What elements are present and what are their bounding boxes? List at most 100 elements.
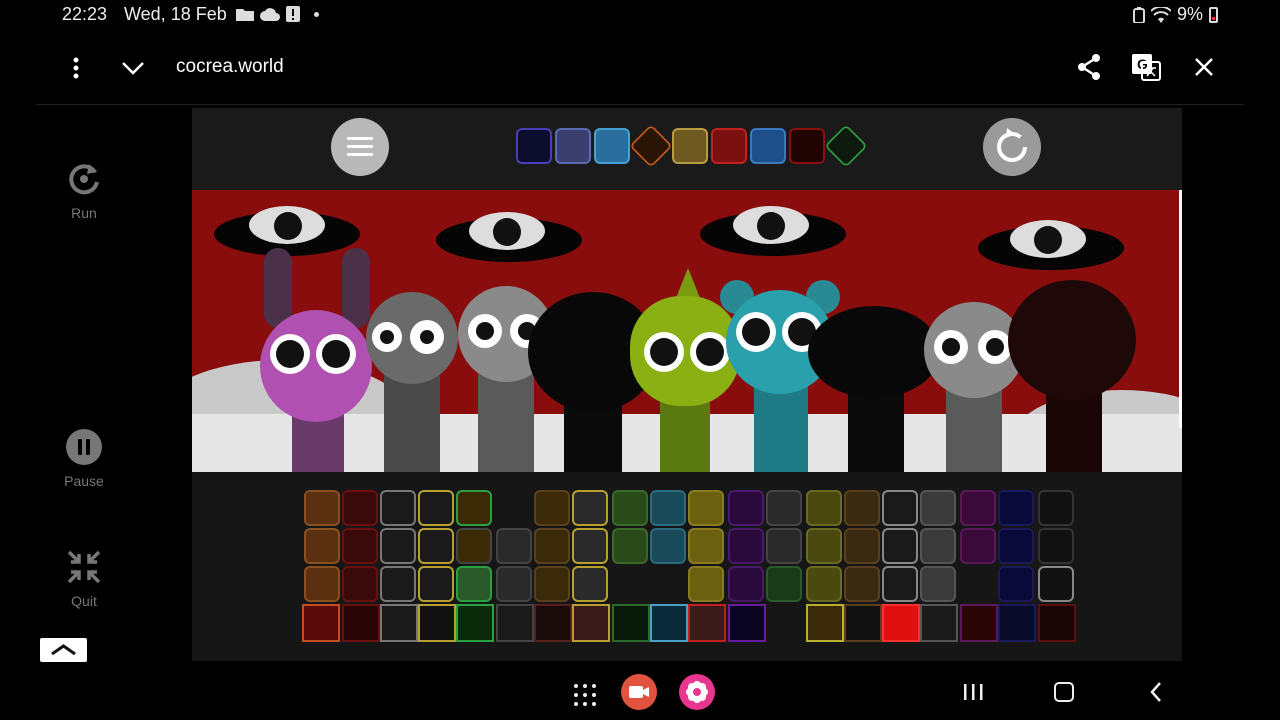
character-dark-silhouette[interactable]: [1008, 280, 1136, 472]
sound-icon[interactable]: [920, 566, 956, 602]
sound-icon[interactable]: [882, 566, 918, 602]
sound-icon[interactable]: [534, 490, 570, 526]
back-icon[interactable]: [1148, 680, 1164, 704]
sound-icon[interactable]: [1038, 490, 1074, 526]
chevron-down-icon[interactable]: [118, 54, 148, 82]
sound-icon[interactable]: [844, 528, 880, 564]
sound-icon[interactable]: [418, 490, 454, 526]
sound-icon-special[interactable]: [380, 604, 418, 642]
sound-icon[interactable]: [496, 566, 532, 602]
quit-button[interactable]: Quit: [48, 548, 120, 609]
sound-icon[interactable]: [304, 528, 340, 564]
sound-icon[interactable]: [380, 528, 416, 564]
sound-icon[interactable]: [304, 566, 340, 602]
sound-icon[interactable]: [534, 528, 570, 564]
sound-icon[interactable]: [766, 490, 802, 526]
character-pink-bunny[interactable]: [258, 248, 378, 472]
sound-icon-special[interactable]: [418, 604, 456, 642]
bonus-item[interactable]: [789, 128, 825, 164]
recents-icon[interactable]: [962, 682, 984, 702]
sound-icon[interactable]: [496, 528, 532, 564]
flower-app-icon[interactable]: [679, 674, 715, 710]
bonus-item[interactable]: [555, 128, 591, 164]
sound-icon[interactable]: [456, 566, 492, 602]
bonus-item[interactable]: [594, 128, 630, 164]
sound-icon[interactable]: [688, 490, 724, 526]
sound-icon[interactable]: [806, 490, 842, 526]
sound-icon[interactable]: [766, 528, 802, 564]
sound-icon[interactable]: [418, 566, 454, 602]
sound-icon[interactable]: [882, 528, 918, 564]
sound-icon[interactable]: [342, 490, 378, 526]
sound-icon[interactable]: [688, 528, 724, 564]
sound-icon[interactable]: [998, 490, 1034, 526]
bonus-item[interactable]: [629, 124, 673, 168]
sound-icon-special[interactable]: [650, 604, 688, 642]
sound-icon[interactable]: [998, 528, 1034, 564]
sound-icon[interactable]: [650, 490, 686, 526]
sound-icon[interactable]: [534, 566, 570, 602]
sound-icon-special[interactable]: [572, 604, 610, 642]
sound-icon-special[interactable]: [960, 604, 998, 642]
sound-icon[interactable]: [572, 528, 608, 564]
bonus-item[interactable]: [711, 128, 747, 164]
sound-icon-special[interactable]: [302, 604, 340, 642]
sound-icon[interactable]: [612, 490, 648, 526]
sound-icon-special[interactable]: [882, 604, 920, 642]
sound-icon[interactable]: [612, 528, 648, 564]
screen-recorder-icon[interactable]: [621, 674, 657, 710]
sound-icon[interactable]: [998, 566, 1034, 602]
sound-icon[interactable]: [380, 566, 416, 602]
sound-icon-special[interactable]: [728, 604, 766, 642]
character-black-silhouette[interactable]: [808, 306, 940, 472]
sound-icon[interactable]: [1038, 566, 1074, 602]
url-text[interactable]: cocrea.world: [176, 56, 284, 78]
character-gray-freckles[interactable]: [366, 292, 458, 472]
app-drawer-icon[interactable]: [574, 684, 596, 706]
run-button[interactable]: Run: [48, 160, 120, 221]
sound-icon[interactable]: [380, 490, 416, 526]
bonus-item[interactable]: [516, 128, 552, 164]
game-canvas[interactable]: [192, 108, 1182, 661]
sound-icon-special[interactable]: [998, 604, 1036, 642]
sound-icon[interactable]: [1038, 528, 1074, 564]
bonus-item[interactable]: [672, 128, 708, 164]
sound-icon[interactable]: [844, 566, 880, 602]
sound-icon[interactable]: [456, 528, 492, 564]
translate-icon[interactable]: G: [1130, 52, 1162, 82]
bonus-item[interactable]: [824, 124, 868, 168]
sound-icon[interactable]: [342, 528, 378, 564]
close-icon[interactable]: [1190, 52, 1218, 82]
sound-icon[interactable]: [806, 566, 842, 602]
sound-icon-special[interactable]: [456, 604, 494, 642]
pause-button[interactable]: Pause: [48, 428, 120, 489]
sound-icon[interactable]: [688, 566, 724, 602]
sound-icon[interactable]: [728, 566, 764, 602]
sound-icon[interactable]: [342, 566, 378, 602]
sound-icon-special[interactable]: [920, 604, 958, 642]
sound-icon-special[interactable]: [612, 604, 650, 642]
sound-icon[interactable]: [456, 490, 492, 526]
sound-icon-special[interactable]: [844, 604, 882, 642]
sound-icon[interactable]: [960, 490, 996, 526]
sound-icon-special[interactable]: [806, 604, 844, 642]
sound-icon[interactable]: [920, 490, 956, 526]
sound-icon[interactable]: [572, 490, 608, 526]
sound-icon-special[interactable]: [688, 604, 726, 642]
sound-icon[interactable]: [920, 528, 956, 564]
sound-icon[interactable]: [728, 490, 764, 526]
home-icon[interactable]: [1054, 682, 1074, 702]
sound-icon-special[interactable]: [496, 604, 534, 642]
sound-icon[interactable]: [882, 490, 918, 526]
sound-icon-special[interactable]: [534, 604, 572, 642]
game-menu-button[interactable]: [331, 118, 389, 176]
more-vert-icon[interactable]: [66, 54, 86, 82]
sound-icon[interactable]: [766, 566, 802, 602]
sound-icon[interactable]: [960, 528, 996, 564]
expand-panel-button[interactable]: [40, 638, 87, 662]
share-icon[interactable]: [1074, 52, 1104, 82]
sound-icon[interactable]: [806, 528, 842, 564]
sound-icon[interactable]: [418, 528, 454, 564]
sound-icon[interactable]: [572, 566, 608, 602]
sound-icon[interactable]: [650, 528, 686, 564]
